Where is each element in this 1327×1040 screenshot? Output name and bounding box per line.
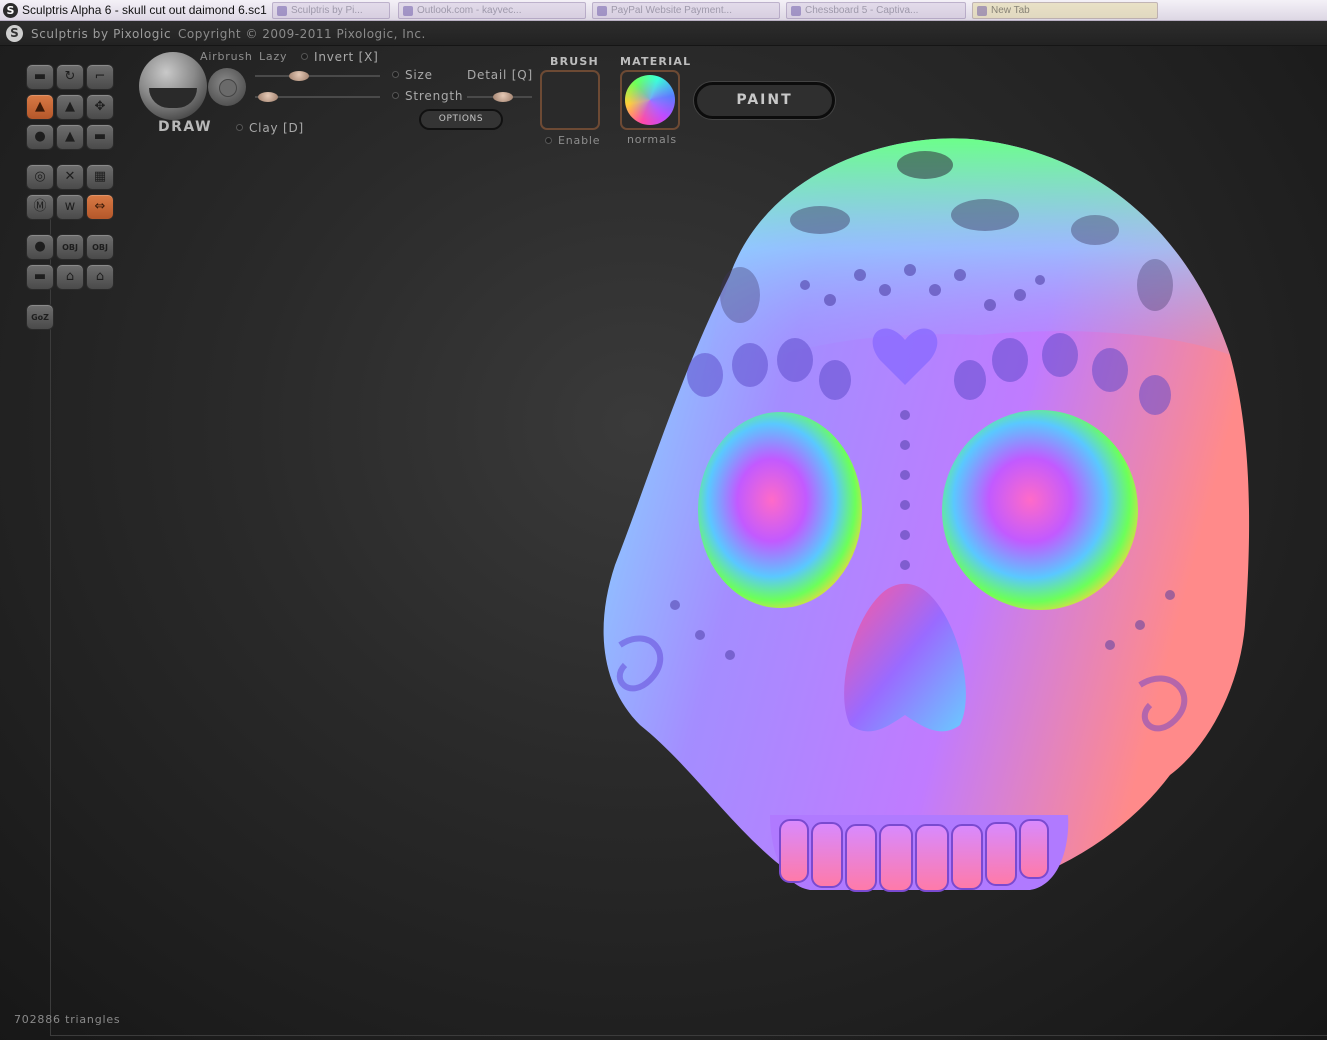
lazy-slider-knob[interactable] — [288, 71, 309, 81]
skull-model[interactable] — [580, 125, 1270, 905]
strength-slider-knob[interactable] — [257, 92, 278, 102]
tool-rotate-icon[interactable]: ↻ — [56, 64, 84, 90]
sculptris-app-icon: S — [3, 3, 18, 18]
taskbar-tab-5[interactable]: New Tab — [972, 2, 1158, 19]
taskbar-tab-1[interactable]: Sculptris by Pi... — [272, 2, 390, 19]
tool-pinch-icon[interactable]: ● — [26, 124, 54, 150]
detail-label: Detail [Q] — [467, 68, 533, 82]
invert-checkbox[interactable] — [301, 53, 308, 60]
clay-checkbox[interactable] — [236, 124, 243, 131]
brush-enable-label: Enable — [558, 134, 601, 147]
taskbar-tab-2[interactable]: Outlook.com - kayvec... — [398, 2, 586, 19]
size-radio[interactable] — [392, 71, 399, 78]
tool-save-icon[interactable]: ⌂ — [86, 264, 114, 290]
tool-symmetry-icon[interactable]: ⇔ — [86, 194, 114, 220]
tool-name-label: DRAW — [158, 119, 213, 135]
tool-mask-icon[interactable]: Ⓜ — [26, 194, 54, 220]
app-header: S Sculptris by Pixologic Copyright © 200… — [0, 21, 1327, 46]
tool-import-obj-icon[interactable]: OBJ — [56, 234, 84, 260]
goz-button[interactable]: GoZ — [26, 304, 54, 330]
lazy-label: Lazy — [259, 50, 288, 63]
viewport-grid-line — [50, 1035, 1327, 1036]
obj-label: OBJ — [62, 243, 78, 252]
options-button[interactable]: OPTIONS — [419, 109, 503, 130]
tool-draw-active-icon[interactable]: ▲ — [26, 94, 54, 120]
obj-label: OBJ — [92, 243, 108, 252]
material-name: normals — [627, 133, 677, 146]
tool-export-obj-icon[interactable]: OBJ — [86, 234, 114, 260]
brush-enable-checkbox[interactable] — [545, 137, 552, 144]
tool-reduce-icon[interactable]: ◎ — [26, 164, 54, 190]
airbrush-toggle[interactable] — [208, 68, 246, 106]
brush-preview-sphere[interactable] — [139, 52, 207, 120]
tool-open-icon[interactable]: ⌂ — [56, 264, 84, 290]
size-label: Size — [405, 68, 433, 82]
brush-section-title: BRUSH — [550, 55, 599, 68]
viewport-grid-line — [50, 216, 51, 1036]
tool-crop-icon[interactable]: ⌐ — [86, 64, 114, 90]
airbrush-label: Airbrush — [200, 50, 253, 63]
detail-slider-knob[interactable] — [492, 92, 513, 102]
tool-flatten-icon[interactable]: ▬ — [86, 124, 114, 150]
brush-alpha-slot[interactable] — [540, 70, 600, 130]
tool-inflate-icon[interactable]: ▲ — [56, 94, 84, 120]
tool-draw-icon[interactable]: ▬ — [26, 64, 54, 90]
triangle-count: 702886 triangles — [14, 1013, 121, 1026]
tool-sphere-icon[interactable]: ● — [26, 234, 54, 260]
tool-move-icon[interactable]: ✥ — [86, 94, 114, 120]
pixologic-logo-icon: S — [6, 25, 23, 42]
material-section-title: MATERIAL — [620, 55, 692, 68]
tool-wireframe-icon[interactable]: w — [56, 194, 84, 220]
material-slot[interactable] — [620, 70, 680, 130]
invert-label: Invert [X] — [314, 50, 379, 64]
lazy-slider-track[interactable] — [255, 75, 380, 77]
goz-label: GoZ — [31, 313, 49, 322]
window-title: Sculptris Alpha 6 - skull cut out daimon… — [22, 3, 267, 17]
paint-button[interactable]: PAINT — [694, 82, 835, 119]
strength-label: Strength — [405, 89, 464, 103]
copyright-text: Copyright © 2009-2011 Pixologic, Inc. — [178, 27, 426, 41]
clay-label: Clay [D] — [249, 121, 304, 135]
app-name: Sculptris by Pixologic — [31, 27, 172, 41]
taskbar-tab-4[interactable]: Chessboard 5 - Captiva... — [786, 2, 966, 19]
tool-plane-icon[interactable]: ▬ — [26, 264, 54, 290]
taskbar-tab-3[interactable]: PayPal Website Payment... — [592, 2, 780, 19]
material-preview-ball — [625, 75, 675, 125]
window-title-bar: S Sculptris Alpha 6 - skull cut out daim… — [0, 0, 1327, 21]
tool-x-axis-icon[interactable]: ✕ — [56, 164, 84, 190]
strength-radio[interactable] — [392, 92, 399, 99]
tool-grid-icon[interactable]: ▦ — [86, 164, 114, 190]
tool-crease-icon[interactable]: ▲ — [56, 124, 84, 150]
